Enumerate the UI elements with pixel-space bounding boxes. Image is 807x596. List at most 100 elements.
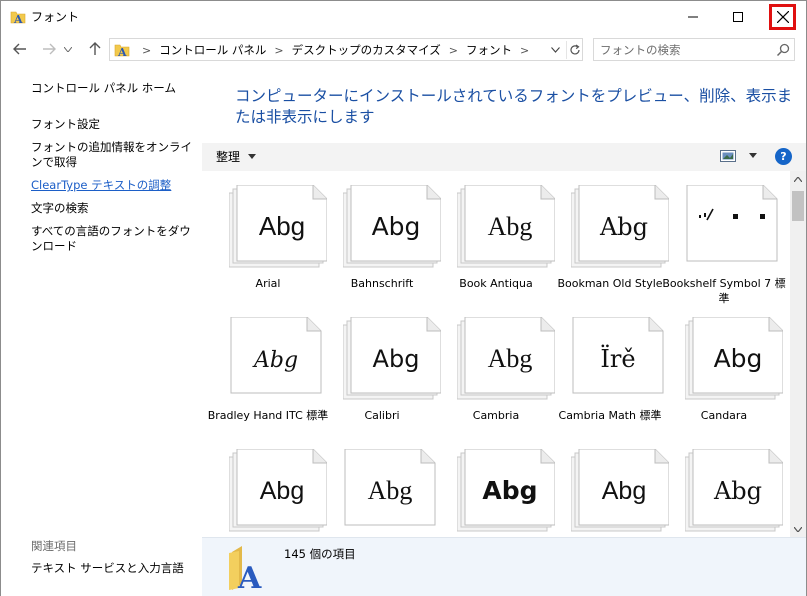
svg-text:A: A [117, 46, 127, 58]
content-pane: コンピューターにインストールされているフォントをプレビュー、削除、表示または非表… [202, 65, 806, 596]
font-name: Bookshelf Symbol 7 標準 [662, 277, 786, 305]
arrow-up-icon [89, 42, 101, 55]
font-tile[interactable]: Abg [667, 440, 783, 537]
address-bar[interactable]: A > コントロール パネル > デスクトップのカスタマイズ > フォント > [109, 38, 583, 61]
font-family-icon: Abg [343, 185, 441, 268]
breadcrumb: > コントロール パネル > デスクトップのカスタマイズ > フォント > [134, 42, 537, 58]
font-tile[interactable]: Abg [325, 440, 439, 537]
font-sample: Abg [482, 476, 537, 505]
font-tile[interactable]: Abg Cambria [439, 308, 555, 438]
font-grid: Abg Arial Abg Bahnschrift Abg Book Antiqua Abg… [202, 171, 790, 537]
chevron-right-icon[interactable]: > [142, 44, 151, 57]
details-pane: A 145 個の項目 [202, 537, 806, 596]
cleartype-tuner-link[interactable]: ClearType テキストの調整 [31, 178, 196, 193]
font-family-icon: Abg [571, 449, 669, 532]
address-history-button[interactable] [548, 42, 562, 58]
font-sample: Abg [372, 212, 421, 241]
task-pane: コントロール パネル ホーム フォント設定 フォントの追加情報をオンラインで取得… [1, 65, 202, 596]
font-tile[interactable]: Abg Calibri [325, 308, 441, 438]
recent-locations-button[interactable] [61, 38, 75, 60]
maximize-icon [733, 11, 743, 22]
font-tile[interactable]: Abg Bradley Hand ITC 標準 [208, 308, 328, 438]
font-tile[interactable]: Abg Bookman Old Style [553, 176, 669, 306]
font-settings-link[interactable]: フォント設定 [31, 117, 196, 132]
chevron-right-icon[interactable]: > [449, 44, 458, 57]
font-family-icon: Abg [229, 185, 327, 268]
chevron-down-icon [64, 46, 72, 52]
refresh-button[interactable] [566, 41, 582, 59]
close-button[interactable] [769, 4, 796, 30]
fonts-folder-icon: A [114, 44, 130, 58]
find-character-link[interactable]: 文字の検索 [31, 201, 196, 216]
font-sample: Abg [252, 348, 298, 373]
vertical-scrollbar[interactable] [790, 171, 806, 537]
font-sample: Ïrě [600, 344, 635, 373]
font-tile[interactable]: Abg Book Antiqua [439, 176, 555, 306]
organize-label: 整理 [216, 150, 241, 164]
font-tile[interactable]: Abg [439, 440, 555, 537]
svg-text:A: A [13, 13, 23, 25]
get-font-info-online-link[interactable]: フォントの追加情報をオンラインで取得 [31, 140, 196, 170]
arrow-right-icon [43, 43, 56, 55]
page-heading: コンピューターにインストールされているフォントをプレビュー、削除、表示または非表… [235, 87, 793, 126]
font-family-icon: Abg [457, 185, 555, 268]
item-count: 145 個の項目 [284, 547, 356, 561]
download-all-fonts-link[interactable]: すべての言語のフォントをダウンロード [31, 224, 196, 254]
fonts-folder-icon: A [229, 546, 262, 590]
back-button[interactable] [9, 38, 31, 60]
minimize-icon [688, 16, 698, 17]
scroll-thumb[interactable] [792, 191, 804, 221]
font-family-icon: Abg [571, 185, 669, 268]
font-sample: Abg [713, 477, 762, 505]
close-icon [776, 11, 789, 23]
help-button[interactable]: ? [775, 148, 792, 165]
font-sample: Abg [368, 476, 413, 505]
font-file-icon: Abg [230, 317, 322, 394]
font-tile[interactable]: Abg Arial [211, 176, 327, 306]
see-also-heading: 関連項目 [31, 539, 77, 553]
chevron-right-icon[interactable]: > [520, 44, 529, 57]
font-tile[interactable]: Abg Bahnschrift [325, 176, 441, 306]
command-bar: 整理 ? [202, 143, 806, 171]
font-family-icon: Abg [685, 317, 783, 400]
font-sample: Abg [714, 344, 763, 373]
font-family-icon: Abg [229, 449, 327, 532]
font-sample: Abg [373, 345, 420, 373]
view-icon[interactable] [720, 149, 736, 163]
fonts-folder-icon: A [10, 11, 26, 25]
font-family-icon: Abg [457, 449, 555, 532]
font-name: Candara [700, 409, 748, 422]
maximize-button[interactable] [715, 1, 761, 32]
breadcrumb-item[interactable]: デスクトップのカスタマイズ [292, 42, 441, 58]
text-services-link[interactable]: テキスト サービスと入力言語 [31, 561, 196, 576]
font-tile[interactable]: Abg [211, 440, 327, 537]
window-title: フォント [31, 10, 80, 24]
font-family-icon: Abg [457, 317, 555, 400]
chevron-right-icon[interactable]: > [274, 44, 283, 57]
breadcrumb-item[interactable]: コントロール パネル [159, 42, 266, 58]
font-family-icon: Abg [685, 449, 783, 532]
font-file-icon: Abg [344, 449, 436, 526]
caret-down-icon[interactable] [748, 151, 758, 161]
up-button[interactable] [84, 38, 106, 60]
address-row: A > コントロール パネル > デスクトップのカスタマイズ > フォント > [1, 34, 806, 64]
control-panel-home-link[interactable]: コントロール パネル ホーム [31, 81, 196, 96]
caret-down-icon [248, 154, 257, 159]
organize-button[interactable]: 整理 [216, 148, 257, 165]
chevron-down-icon [794, 526, 802, 532]
font-sample: Abg [488, 212, 533, 241]
search-box[interactable] [593, 38, 795, 61]
breadcrumb-item[interactable]: フォント [466, 42, 512, 58]
search-input[interactable] [600, 41, 770, 58]
font-sample: Abg [602, 477, 646, 505]
font-tile[interactable]: Ïrě Cambria Math 標準 [553, 308, 667, 438]
arrow-left-icon [13, 43, 26, 55]
font-tile[interactable]: Abg Candara [667, 308, 783, 438]
font-sample: Abg [260, 477, 304, 505]
font-tile[interactable]: Bookshelf Symbol 7 標準 [662, 176, 786, 306]
scroll-up-button[interactable] [790, 171, 806, 187]
forward-button[interactable] [38, 38, 60, 60]
minimize-button[interactable] [670, 1, 716, 32]
font-tile[interactable]: Abg [553, 440, 669, 537]
scroll-down-button[interactable] [790, 521, 806, 537]
